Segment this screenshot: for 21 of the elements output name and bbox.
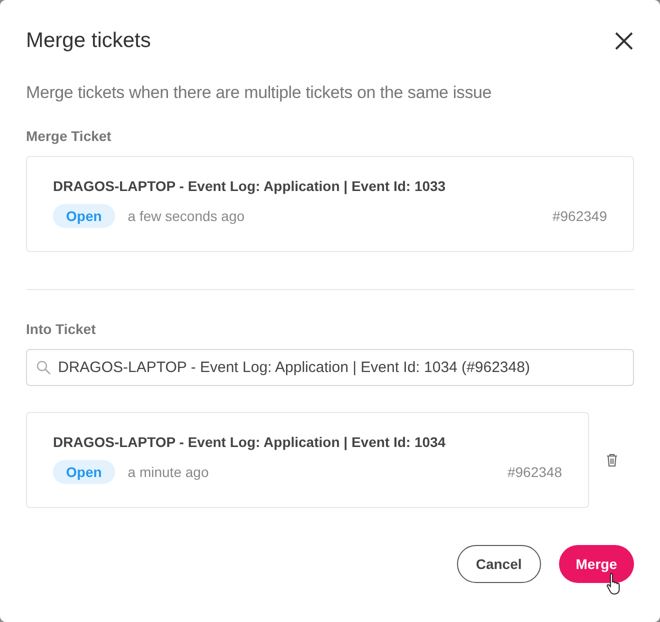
close-button[interactable] (613, 30, 635, 52)
ticket-time: a minute ago (128, 464, 209, 480)
hand-cursor-icon (606, 572, 622, 596)
merge-button[interactable]: Merge (558, 545, 634, 583)
section-label: Merge Ticket (26, 128, 112, 144)
search-icon (36, 360, 51, 375)
status-badge: Open (53, 460, 115, 484)
ticket-number: #962348 (507, 464, 562, 480)
delete-button[interactable] (606, 453, 618, 467)
ticket-time: a few seconds ago (128, 208, 245, 224)
status-badge: Open (53, 204, 115, 228)
dialog-title: Merge tickets (26, 29, 151, 53)
trash-icon (606, 453, 618, 467)
ticket-title: DRAGOS-LAPTOP - Event Log: Application | Event Id: 1034 (53, 434, 447, 450)
close-icon (613, 30, 635, 52)
search-field[interactable]: DRAGOS-LAPTOP - Event Log: Application | Event Id: 1034 (#962348) (26, 349, 634, 386)
section-label: Into Ticket (26, 321, 97, 337)
cancel-button[interactable]: Cancel (456, 545, 541, 583)
ticket-number: #962349 (552, 208, 607, 224)
ticket-title: DRAGOS-LAPTOP - Event Log: Application | Event Id: 1033 (53, 178, 447, 194)
dialog-description: Merge tickets when there are multiple tickets on the same issue (26, 83, 493, 103)
